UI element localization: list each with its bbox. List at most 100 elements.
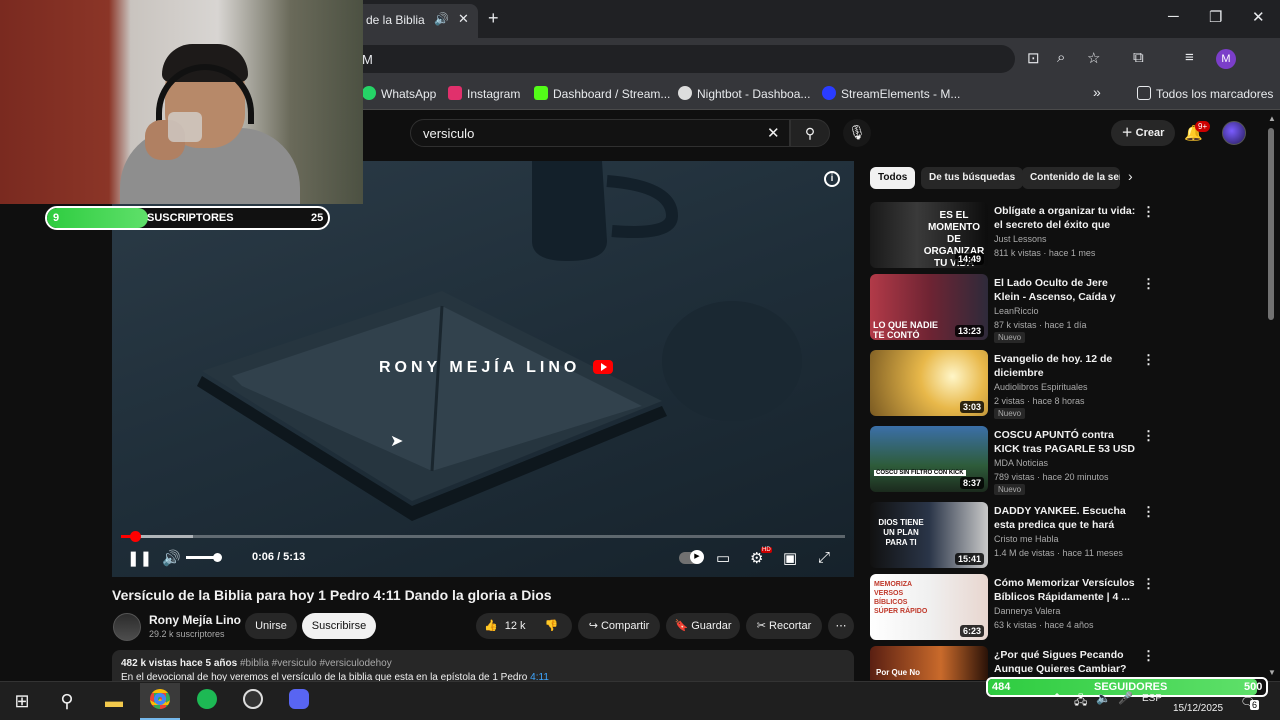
chevron-up-icon[interactable]: ⌃ [1052, 691, 1062, 705]
channel-name[interactable]: LeanRiccio [994, 306, 1039, 316]
spotify-icon[interactable] [194, 689, 220, 713]
new-tab-button[interactable]: + [488, 8, 499, 29]
channel-name[interactable]: Rony Mejía Lino [149, 613, 241, 627]
clip-button[interactable]: ✂ Recortar [746, 613, 822, 639]
theater-mode-icon[interactable]: ▣ [783, 549, 797, 567]
recommendation-item[interactable]: 3:03 Evangelio de hoy. 12 de diciembre A… [870, 350, 1160, 420]
more-options-icon[interactable]: ⋮ [1142, 204, 1155, 220]
video-title[interactable]: DADDY YANKEE. Escucha esta predica que t… [994, 504, 1136, 532]
chip-related-content[interactable]: Contenido de la ser [1022, 167, 1120, 189]
bookmark-instagram[interactable]: Instagram [448, 86, 520, 101]
channel-name[interactable]: Audiolibros Espirituales [994, 382, 1088, 392]
like-count[interactable]: 12 k [505, 620, 526, 632]
bookmark-nightbot[interactable]: Nightbot - Dashboa... [678, 86, 810, 101]
browser-tab-active[interactable]: de la Biblia p 🔊 ✕ [350, 4, 478, 38]
video-thumbnail[interactable]: COSCU SIN FILTRO CON KICK 8:37 [870, 426, 988, 492]
video-thumbnail[interactable]: LO QUE NADIE TE CONTÓ 13:23 [870, 274, 988, 340]
save-button[interactable]: 🔖 Guardar [666, 613, 740, 639]
tab-audio-icon[interactable]: 🔊 [434, 12, 449, 26]
chip-from-searches[interactable]: De tus búsquedas [921, 167, 1024, 189]
bookmark-star-icon[interactable]: ☆ [1087, 49, 1100, 67]
recommendation-item[interactable]: DIOS TIENE UN PLAN PARA TI 15:41 DADDY Y… [870, 502, 1160, 572]
input-language[interactable]: ESP [1142, 693, 1162, 704]
video-thumbnail[interactable]: 3:03 [870, 350, 988, 416]
clear-search-icon[interactable]: ✕ [767, 124, 780, 142]
video-title[interactable]: El Lado Oculto de Jere Klein - Ascenso, … [994, 276, 1136, 304]
scrollbar-thumb[interactable] [1268, 128, 1274, 320]
address-bar[interactable]: M [350, 45, 1015, 73]
tab-close-icon[interactable]: ✕ [458, 11, 469, 27]
media-control-icon[interactable]: ≡ [1185, 49, 1194, 66]
more-options-icon[interactable]: ⋮ [1142, 428, 1155, 444]
more-options-icon[interactable]: ⋮ [1142, 276, 1155, 292]
recommendation-item[interactable]: ES EL MOMENTO DE ORGANIZAR TU VIDA 14:49… [870, 202, 1160, 272]
video-title[interactable]: COSCU APUNTÓ contra KICK tras PAGARLE 53… [994, 428, 1136, 456]
search-button[interactable]: ⚲ [790, 119, 830, 147]
progress-scrubber[interactable] [129, 531, 141, 542]
close-window-button[interactable]: ✕ [1252, 8, 1265, 26]
mic-tray-icon[interactable]: 🎤 [1118, 691, 1133, 705]
bookmarks-overflow-button[interactable]: » [1093, 84, 1101, 100]
bookmark-kick-dashboard[interactable]: Dashboard / Stream... [534, 86, 670, 101]
extensions-icon[interactable]: ⧉ [1133, 49, 1144, 66]
video-title[interactable]: Cómo Memorizar Versículos Bíblicos Rápid… [994, 576, 1136, 604]
video-title[interactable]: Evangelio de hoy. 12 de diciembre [994, 352, 1136, 380]
search-input[interactable]: versiculo ✕ [410, 119, 790, 147]
discord-icon[interactable] [286, 689, 312, 713]
scroll-up-arrow[interactable]: ▲ [1268, 114, 1276, 123]
profile-avatar[interactable]: M [1216, 49, 1236, 69]
volume-tray-icon[interactable]: 🔈 [1096, 691, 1111, 705]
voice-search-button[interactable]: 🎙 [843, 119, 871, 147]
video-thumbnail[interactable]: ES EL MOMENTO DE ORGANIZAR TU VIDA 14:49 [870, 202, 988, 268]
network-icon[interactable]: 🖧 [1074, 691, 1087, 712]
account-avatar[interactable] [1222, 121, 1246, 145]
bookmark-streamelements[interactable]: StreamElements - M... [822, 86, 960, 101]
progress-bar[interactable] [121, 531, 845, 542]
autoplay-toggle[interactable] [679, 550, 704, 564]
all-bookmarks-button[interactable]: Todos los marcadores [1137, 86, 1273, 101]
scroll-down-arrow[interactable]: ▼ [1268, 668, 1276, 677]
like-icon[interactable]: 👍 [484, 620, 498, 632]
join-button[interactable]: Unirse [245, 613, 297, 639]
channel-name[interactable]: MDA Noticias [994, 458, 1048, 468]
share-button[interactable]: ↪ Compartir [578, 613, 660, 639]
recommendation-item[interactable]: COSCU SIN FILTRO CON KICK 8:37 COSCU APU… [870, 426, 1160, 496]
chrome-icon[interactable] [147, 689, 173, 713]
recommendation-item[interactable]: MEMORIZA VERSOS BÍBLICOS SÚPER RÁPIDO 6:… [870, 574, 1160, 644]
file-explorer-icon[interactable]: ▬ [101, 689, 127, 713]
channel-name[interactable]: Dannerys Valera [994, 606, 1060, 616]
bookmark-whatsapp[interactable]: WhatsApp [362, 86, 436, 101]
video-thumbnail[interactable]: Por Que No [870, 646, 988, 680]
info-icon[interactable]: i [824, 171, 840, 187]
subtitles-icon[interactable]: ▭ [716, 549, 730, 567]
video-title[interactable]: Oblígate a organizar tu vida: el secreto… [994, 204, 1136, 232]
recommendation-item[interactable]: Por Que No ¿Por qué Sigues Pecando Aunqu… [870, 646, 1160, 680]
channel-name[interactable]: Cristo me Habla [994, 534, 1059, 544]
more-options-icon[interactable]: ⋮ [1142, 352, 1155, 368]
video-title[interactable]: ¿Por qué Sigues Pecando Aunque Quieres C… [994, 648, 1136, 676]
minimize-button[interactable]: ─ [1168, 8, 1179, 25]
fullscreen-icon[interactable]: ⤢ [818, 549, 830, 566]
more-options-icon[interactable]: ⋮ [1142, 648, 1155, 664]
maximize-button[interactable]: ❐ [1209, 8, 1222, 26]
system-date[interactable]: 15/12/2025 [1173, 703, 1223, 714]
video-thumbnail[interactable]: MEMORIZA VERSOS BÍBLICOS SÚPER RÁPIDO 6:… [870, 574, 988, 640]
channel-name[interactable]: Just Lessons [994, 234, 1047, 244]
zoom-icon[interactable]: ⌕ [1057, 49, 1065, 66]
recommendation-item[interactable]: LO QUE NADIE TE CONTÓ 13:23 El Lado Ocul… [870, 274, 1160, 344]
more-options-icon[interactable]: ⋮ [1142, 576, 1155, 592]
volume-icon[interactable]: 🔊 [162, 549, 181, 567]
video-thumbnail[interactable]: DIOS TIENE UN PLAN PARA TI 15:41 [870, 502, 988, 568]
search-icon[interactable]: ⚲ [54, 689, 80, 713]
hashtags[interactable]: #biblia #versiculo #versiculodehoy [240, 658, 392, 669]
obs-icon[interactable] [240, 689, 266, 713]
create-button[interactable]: ＋ Crear [1111, 120, 1175, 146]
windows-start-icon[interactable]: ⊞ [9, 689, 35, 713]
channel-avatar[interactable] [113, 613, 141, 641]
chevron-right-icon[interactable]: › [1128, 168, 1133, 184]
pause-button[interactable]: ❚❚ [127, 549, 152, 567]
chip-all[interactable]: Todos [870, 167, 916, 189]
more-actions-button[interactable]: ⋯ [828, 613, 854, 639]
install-app-icon[interactable]: ⊡ [1027, 49, 1040, 67]
dislike-icon[interactable]: 👎 [545, 620, 559, 632]
